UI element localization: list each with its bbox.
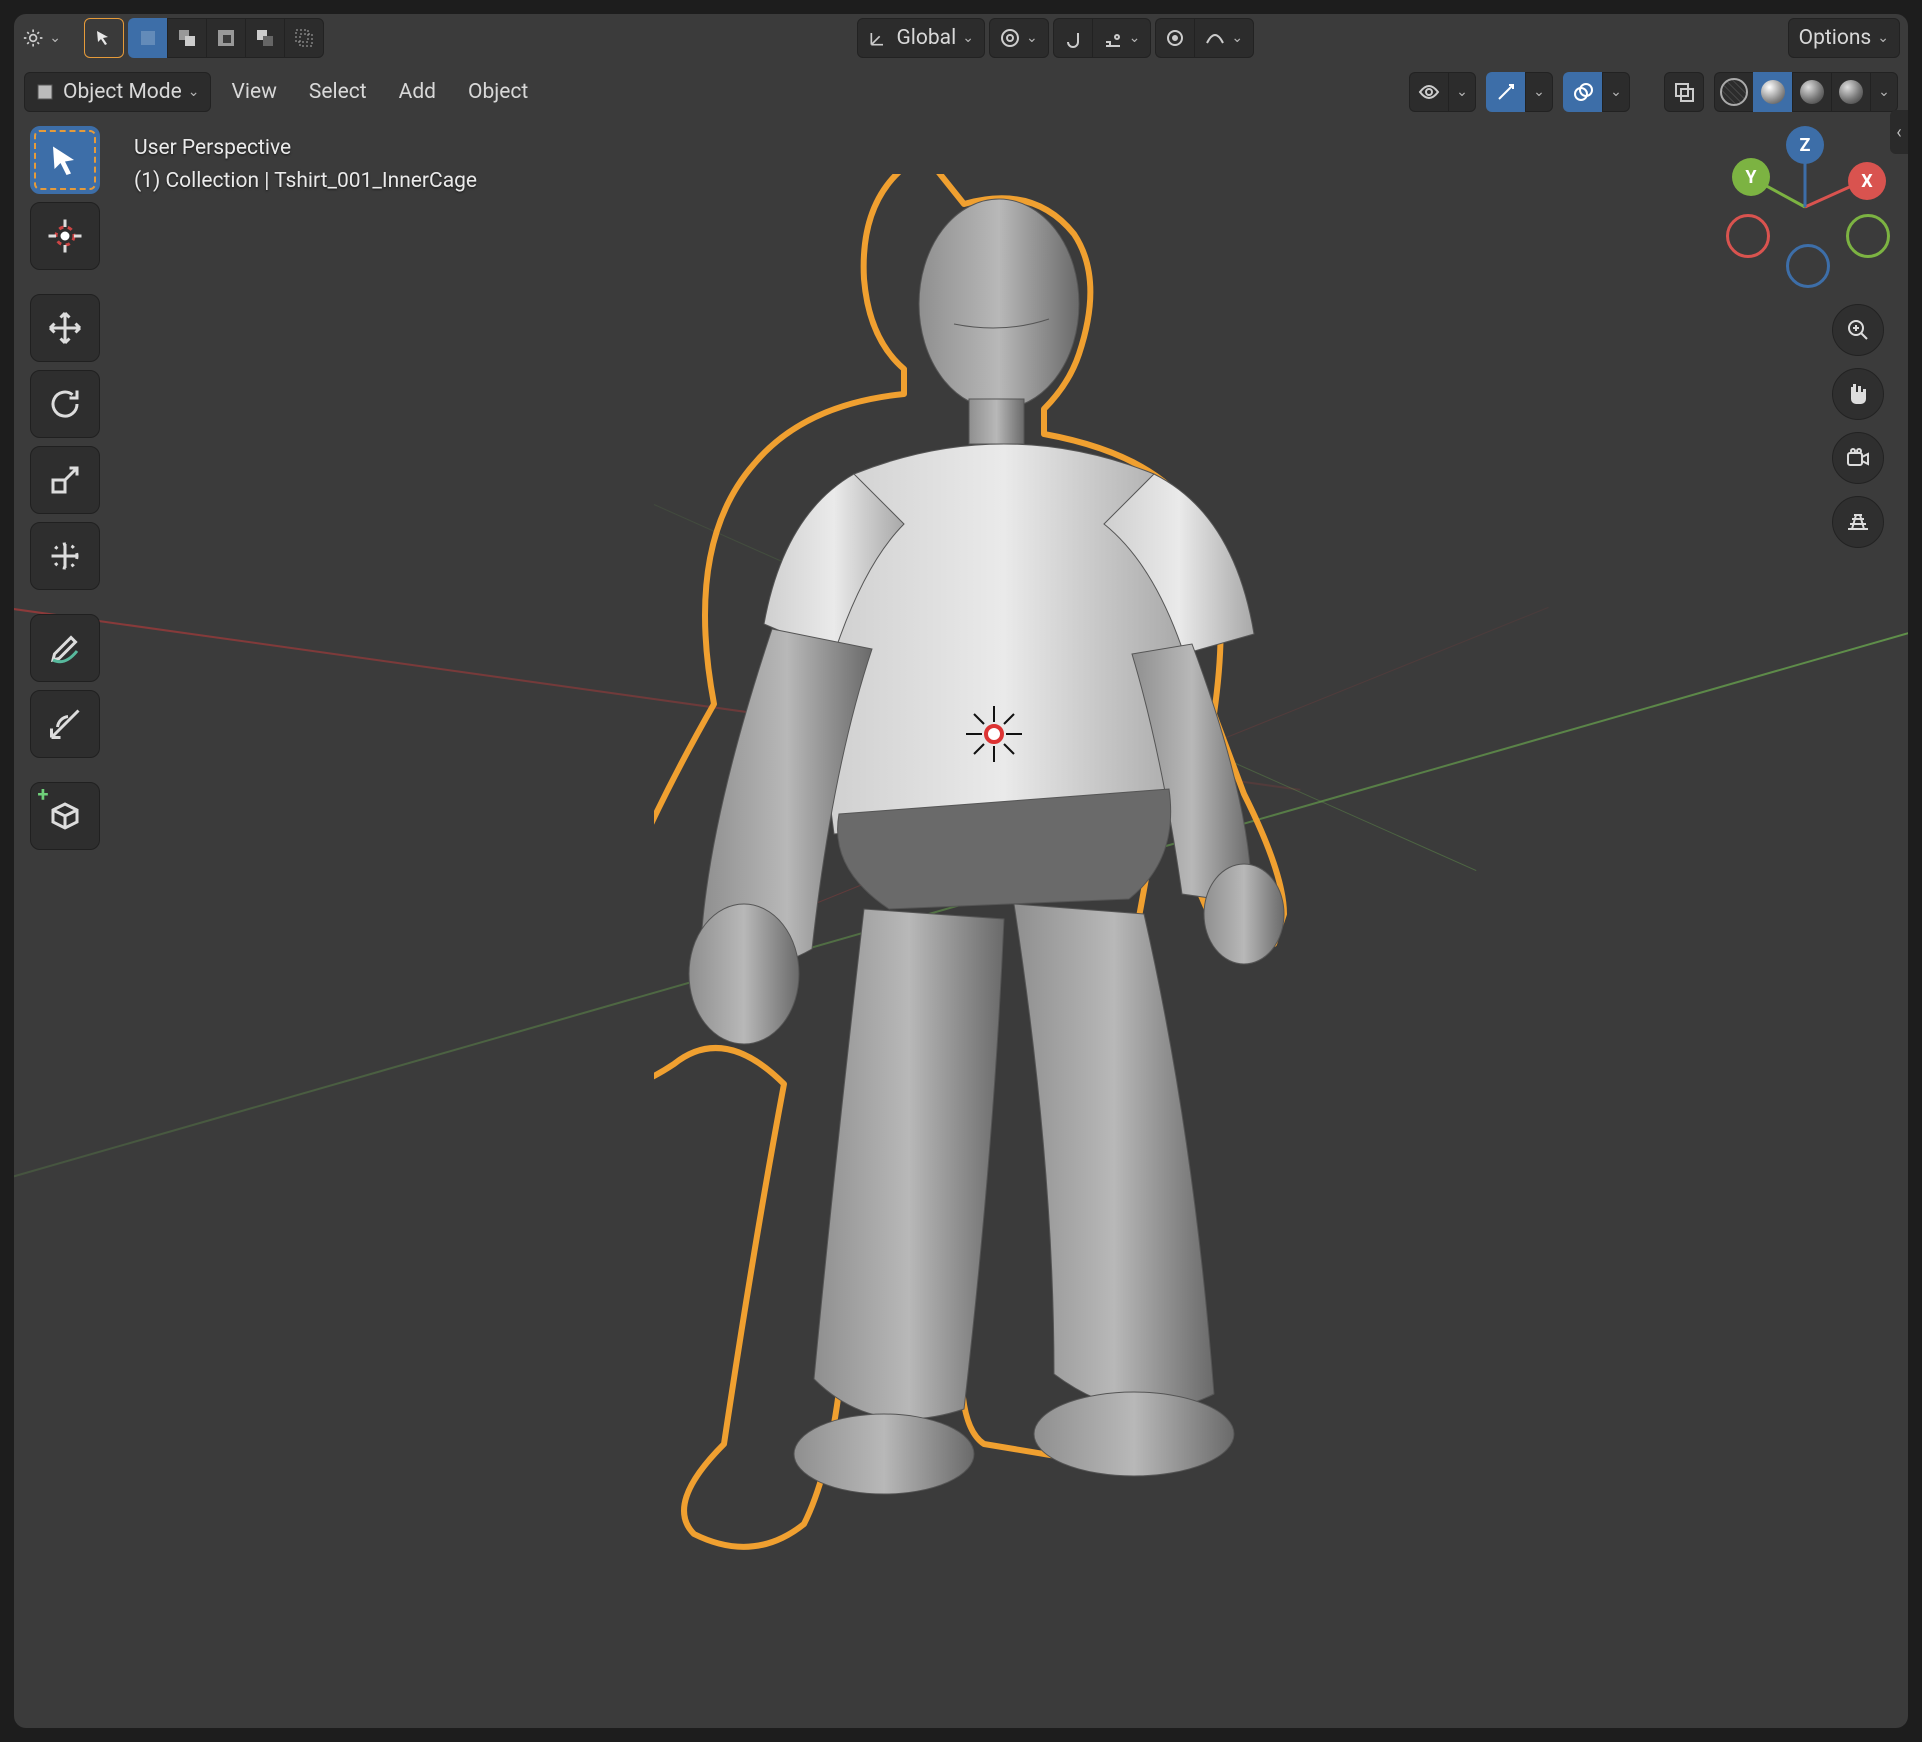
- gizmo-caret-icon[interactable]: ⌄: [1525, 72, 1553, 112]
- tool-scale[interactable]: [30, 446, 100, 514]
- perspective-grid-icon[interactable]: [1832, 496, 1884, 548]
- visibility-dropdown-icon[interactable]: [1409, 72, 1448, 112]
- pan-icon[interactable]: [1832, 368, 1884, 420]
- viewport-3d[interactable]: ⌄ Global⌄ ⌄ ⌄ ⌄ Options⌄ O: [14, 14, 1908, 1728]
- tool-select-box[interactable]: [30, 126, 100, 194]
- axis-neg-y-icon[interactable]: [1846, 214, 1890, 258]
- axis-neg-x-icon[interactable]: [1726, 214, 1770, 258]
- shading-material-icon[interactable]: [1792, 72, 1831, 112]
- options-label: Options: [1799, 26, 1872, 50]
- tool-cursor[interactable]: [30, 202, 100, 270]
- proportional-falloff-dropdown[interactable]: ⌄: [1194, 18, 1254, 58]
- viewport-nav-buttons: [1832, 304, 1884, 548]
- editor-type-dropdown-icon[interactable]: ⌄: [22, 18, 62, 58]
- shading-caret-icon[interactable]: ⌄: [1870, 72, 1898, 112]
- pivot-point-dropdown[interactable]: ⌄: [989, 18, 1049, 58]
- header-primary: ⌄ Global⌄ ⌄ ⌄ ⌄ Options⌄: [14, 14, 1908, 62]
- shading-solid-icon[interactable]: [1753, 72, 1792, 112]
- select-invert-icon[interactable]: [245, 18, 284, 58]
- overlays-caret-icon[interactable]: ⌄: [1602, 72, 1630, 112]
- overlay-perspective-label: User Perspective: [134, 132, 477, 165]
- axis-neg-z-icon[interactable]: [1786, 244, 1830, 288]
- gizmo-toggle-icon[interactable]: [1486, 72, 1525, 112]
- shading-mode-group: ⌄: [1714, 72, 1898, 112]
- toolbar-left: +: [30, 126, 98, 850]
- viewport-overlay-text: User Perspective (1) Collection | Tshirt…: [134, 132, 477, 197]
- selected-mesh-character[interactable]: [654, 174, 1334, 1634]
- menu-select[interactable]: Select: [298, 72, 378, 112]
- overlay-collection-label: (1) Collection | Tshirt_001_InnerCage: [134, 165, 477, 198]
- menu-add[interactable]: Add: [388, 72, 447, 112]
- select-extend-icon[interactable]: [167, 18, 206, 58]
- tool-measure[interactable]: [30, 690, 100, 758]
- header-secondary: Object Mode⌄ View Select Add Object ⌄ ⌄ …: [14, 68, 1908, 116]
- transform-orientation-label: Global: [896, 26, 956, 50]
- axis-z-icon[interactable]: Z: [1786, 126, 1824, 164]
- shading-wireframe-icon[interactable]: [1714, 72, 1753, 112]
- selection-mode-group: [128, 18, 324, 58]
- zoom-icon[interactable]: [1832, 304, 1884, 356]
- tool-transform[interactable]: [30, 522, 100, 590]
- overlays-toggle-icon[interactable]: [1563, 72, 1602, 112]
- select-box-icon[interactable]: [84, 18, 124, 58]
- options-dropdown[interactable]: Options⌄: [1788, 18, 1900, 58]
- transform-orientation-dropdown[interactable]: Global⌄: [857, 18, 984, 58]
- tool-move[interactable]: [30, 294, 100, 362]
- proportional-edit-toggle-icon[interactable]: [1155, 18, 1194, 58]
- xray-toggle-icon[interactable]: [1664, 72, 1704, 112]
- axis-x-icon[interactable]: X: [1848, 162, 1886, 200]
- snap-toggle-icon[interactable]: [1053, 18, 1092, 58]
- select-new-icon[interactable]: [128, 18, 167, 58]
- mode-label: Object Mode: [63, 80, 182, 104]
- shading-rendered-icon[interactable]: [1831, 72, 1870, 112]
- tool-add-cube[interactable]: +: [30, 782, 100, 850]
- mode-dropdown[interactable]: Object Mode⌄: [24, 72, 211, 112]
- select-subtract-icon[interactable]: [206, 18, 245, 58]
- tool-rotate[interactable]: [30, 370, 100, 438]
- tool-annotate[interactable]: [30, 614, 100, 682]
- visibility-caret-icon[interactable]: ⌄: [1448, 72, 1476, 112]
- sidebar-toggle-handle[interactable]: ‹: [1890, 110, 1908, 154]
- axis-y-icon[interactable]: Y: [1732, 158, 1770, 196]
- select-intersect-icon[interactable]: [284, 18, 324, 58]
- snap-mode-dropdown[interactable]: ⌄: [1092, 18, 1152, 58]
- menu-object[interactable]: Object: [457, 72, 539, 112]
- menu-view[interactable]: View: [221, 72, 288, 112]
- camera-icon[interactable]: [1832, 432, 1884, 484]
- orientation-gizmo[interactable]: Z X Y: [1730, 132, 1880, 282]
